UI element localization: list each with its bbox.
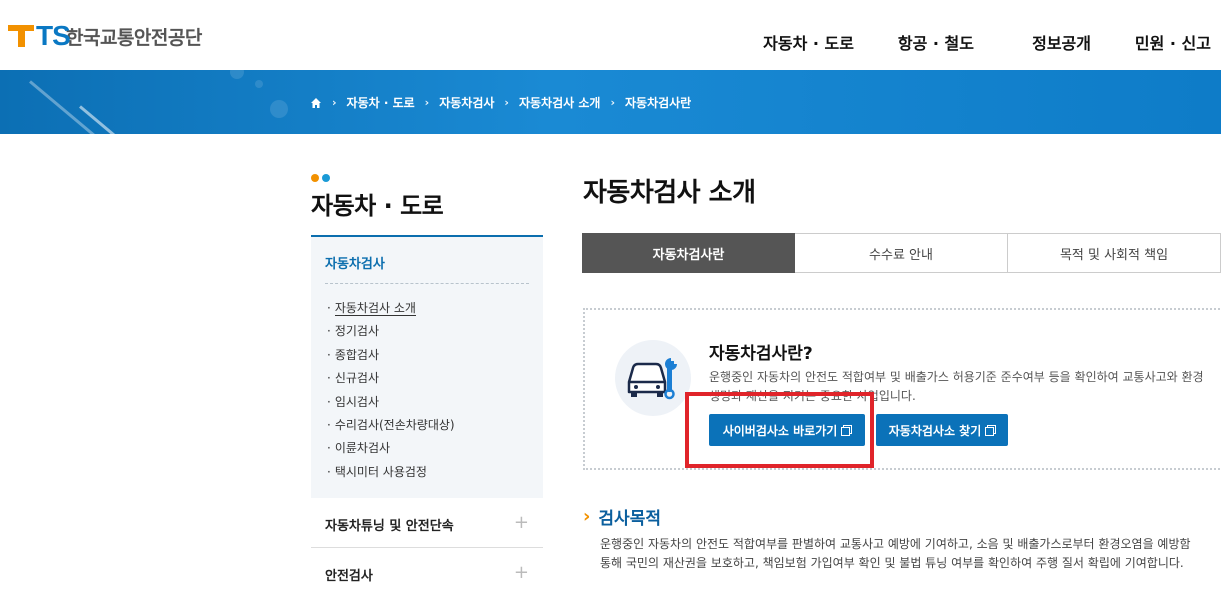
- chevron-right-icon: ›: [332, 96, 337, 109]
- section-heading: › 검사목적: [583, 504, 661, 529]
- breadcrumb: › 자동차 · 도로 › 자동차검사 › 자동차검사 소개 › 자동차검사란: [310, 94, 691, 111]
- divider: [325, 283, 529, 284]
- sidebar-item-comprehensive[interactable]: · 종합검사: [327, 346, 455, 369]
- chevron-right-icon: ›: [424, 96, 430, 109]
- chevron-right-icon: ›: [610, 96, 615, 109]
- intro-desc-line: 운행중인 자동차의 안전도 적합여부 및 배출가스 허용기준 준수여부 등을 확…: [709, 370, 1204, 384]
- nav-item-info-disclosure[interactable]: 정보공개: [1032, 30, 1091, 54]
- chevron-right-icon: ›: [583, 505, 591, 527]
- purpose-text: 운행중인 자동차의 안전도 적합여부를 판별하여 교통사고 예방에 기여하고, …: [600, 535, 1191, 573]
- sidebar-item-taximeter[interactable]: · 택시미터 사용검정: [327, 463, 455, 486]
- sidebar-title: 자동차 · 도로: [311, 192, 444, 220]
- intro-title: 자동차검사란?: [709, 344, 813, 364]
- plus-icon: +: [513, 562, 529, 583]
- sub-banner: › 자동차 · 도로 › 자동차검사 › 자동차검사 소개 › 자동차검사란: [0, 70, 1221, 134]
- logo-text: 한국교통안전공단: [66, 26, 202, 49]
- purpose-line: 운행중인 자동차의 안전도 적합여부를 판별하여 교통사고 예방에 기여하고, …: [600, 537, 1191, 551]
- nav-item-civil-report[interactable]: 민원 · 신고: [1135, 30, 1211, 54]
- page-title: 자동차검사 소개: [583, 178, 756, 208]
- content-tabs: 자동차검사란 수수료 안내 목적 및 사회적 책임: [582, 233, 1221, 273]
- site-logo[interactable]: TS 한국교통안전공단: [8, 22, 202, 50]
- button-label: 자동차검사소 찾기: [888, 423, 982, 438]
- logo-mark-text: TS: [36, 20, 71, 51]
- tab-purpose-responsibility[interactable]: 목적 및 사회적 책임: [1008, 233, 1221, 273]
- sidebar-sub-list: · 자동차검사 소개 · 정기검사 · 종합검사 · 신규검사 · 임시검사 · 수리검사(…: [327, 299, 455, 486]
- breadcrumb-item[interactable]: 자동차검사: [439, 94, 494, 111]
- site-header: TS 한국교통안전공단 자동차 · 도로 항공 · 철도 정보공개 민원 · 신…: [0, 0, 1221, 70]
- highlight-box: [685, 392, 874, 468]
- sidebar-item-repair[interactable]: · 수리검사(전손차량대상): [327, 416, 455, 439]
- section-title: 검사목적: [598, 509, 661, 529]
- sidebar-accordion-safety[interactable]: 안전검사 +: [311, 548, 543, 592]
- car-wrench-icon: [627, 358, 677, 400]
- sidebar-item-regular[interactable]: · 정기검사: [327, 322, 455, 345]
- sidebar-item-intro[interactable]: · 자동차검사 소개: [327, 299, 455, 322]
- tab-fee-guide[interactable]: 수수료 안내: [795, 233, 1008, 273]
- sidebar-item-temporary[interactable]: · 임시검사: [327, 393, 455, 416]
- breadcrumb-item[interactable]: 자동차 · 도로: [347, 94, 415, 111]
- sidebar-item-new[interactable]: · 신규검사: [327, 369, 455, 392]
- title-dots: [311, 174, 330, 182]
- ts-logo-mark: TS: [8, 22, 71, 50]
- plus-icon: +: [513, 512, 529, 533]
- home-icon[interactable]: [310, 97, 322, 109]
- intro-box: 자동차검사란? 운행중인 자동차의 안전도 적합여부 및 배출가스 허용기준 준…: [583, 308, 1221, 470]
- chevron-right-icon: ›: [504, 96, 509, 109]
- sidebar-section-head[interactable]: 자동차검사: [325, 253, 385, 272]
- breadcrumb-item[interactable]: 자동차검사 소개: [519, 94, 600, 111]
- new-window-icon: [985, 425, 997, 436]
- sidebar-menu: 자동차검사 · 자동차검사 소개 · 정기검사 · 종합검사 · 신규검사 · 임시검사 …: [311, 235, 543, 498]
- sidebar-item-motorcycle[interactable]: · 이륜차검사: [327, 439, 455, 462]
- tab-what-is-inspection[interactable]: 자동차검사란: [582, 233, 795, 273]
- find-inspection-station-button[interactable]: 자동차검사소 찾기: [876, 414, 1008, 446]
- purpose-line: 통해 국민의 재산권을 보호하고, 책임보험 가입여부 확인 및 불법 튜닝 여…: [600, 556, 1184, 570]
- sidebar-accordion-tuning[interactable]: 자동차튜닝 및 안전단속 +: [311, 498, 543, 548]
- nav-item-air-rail[interactable]: 항공 · 철도: [898, 30, 974, 54]
- nav-item-car-road[interactable]: 자동차 · 도로: [763, 30, 854, 54]
- breadcrumb-current[interactable]: 자동차검사란: [625, 94, 691, 111]
